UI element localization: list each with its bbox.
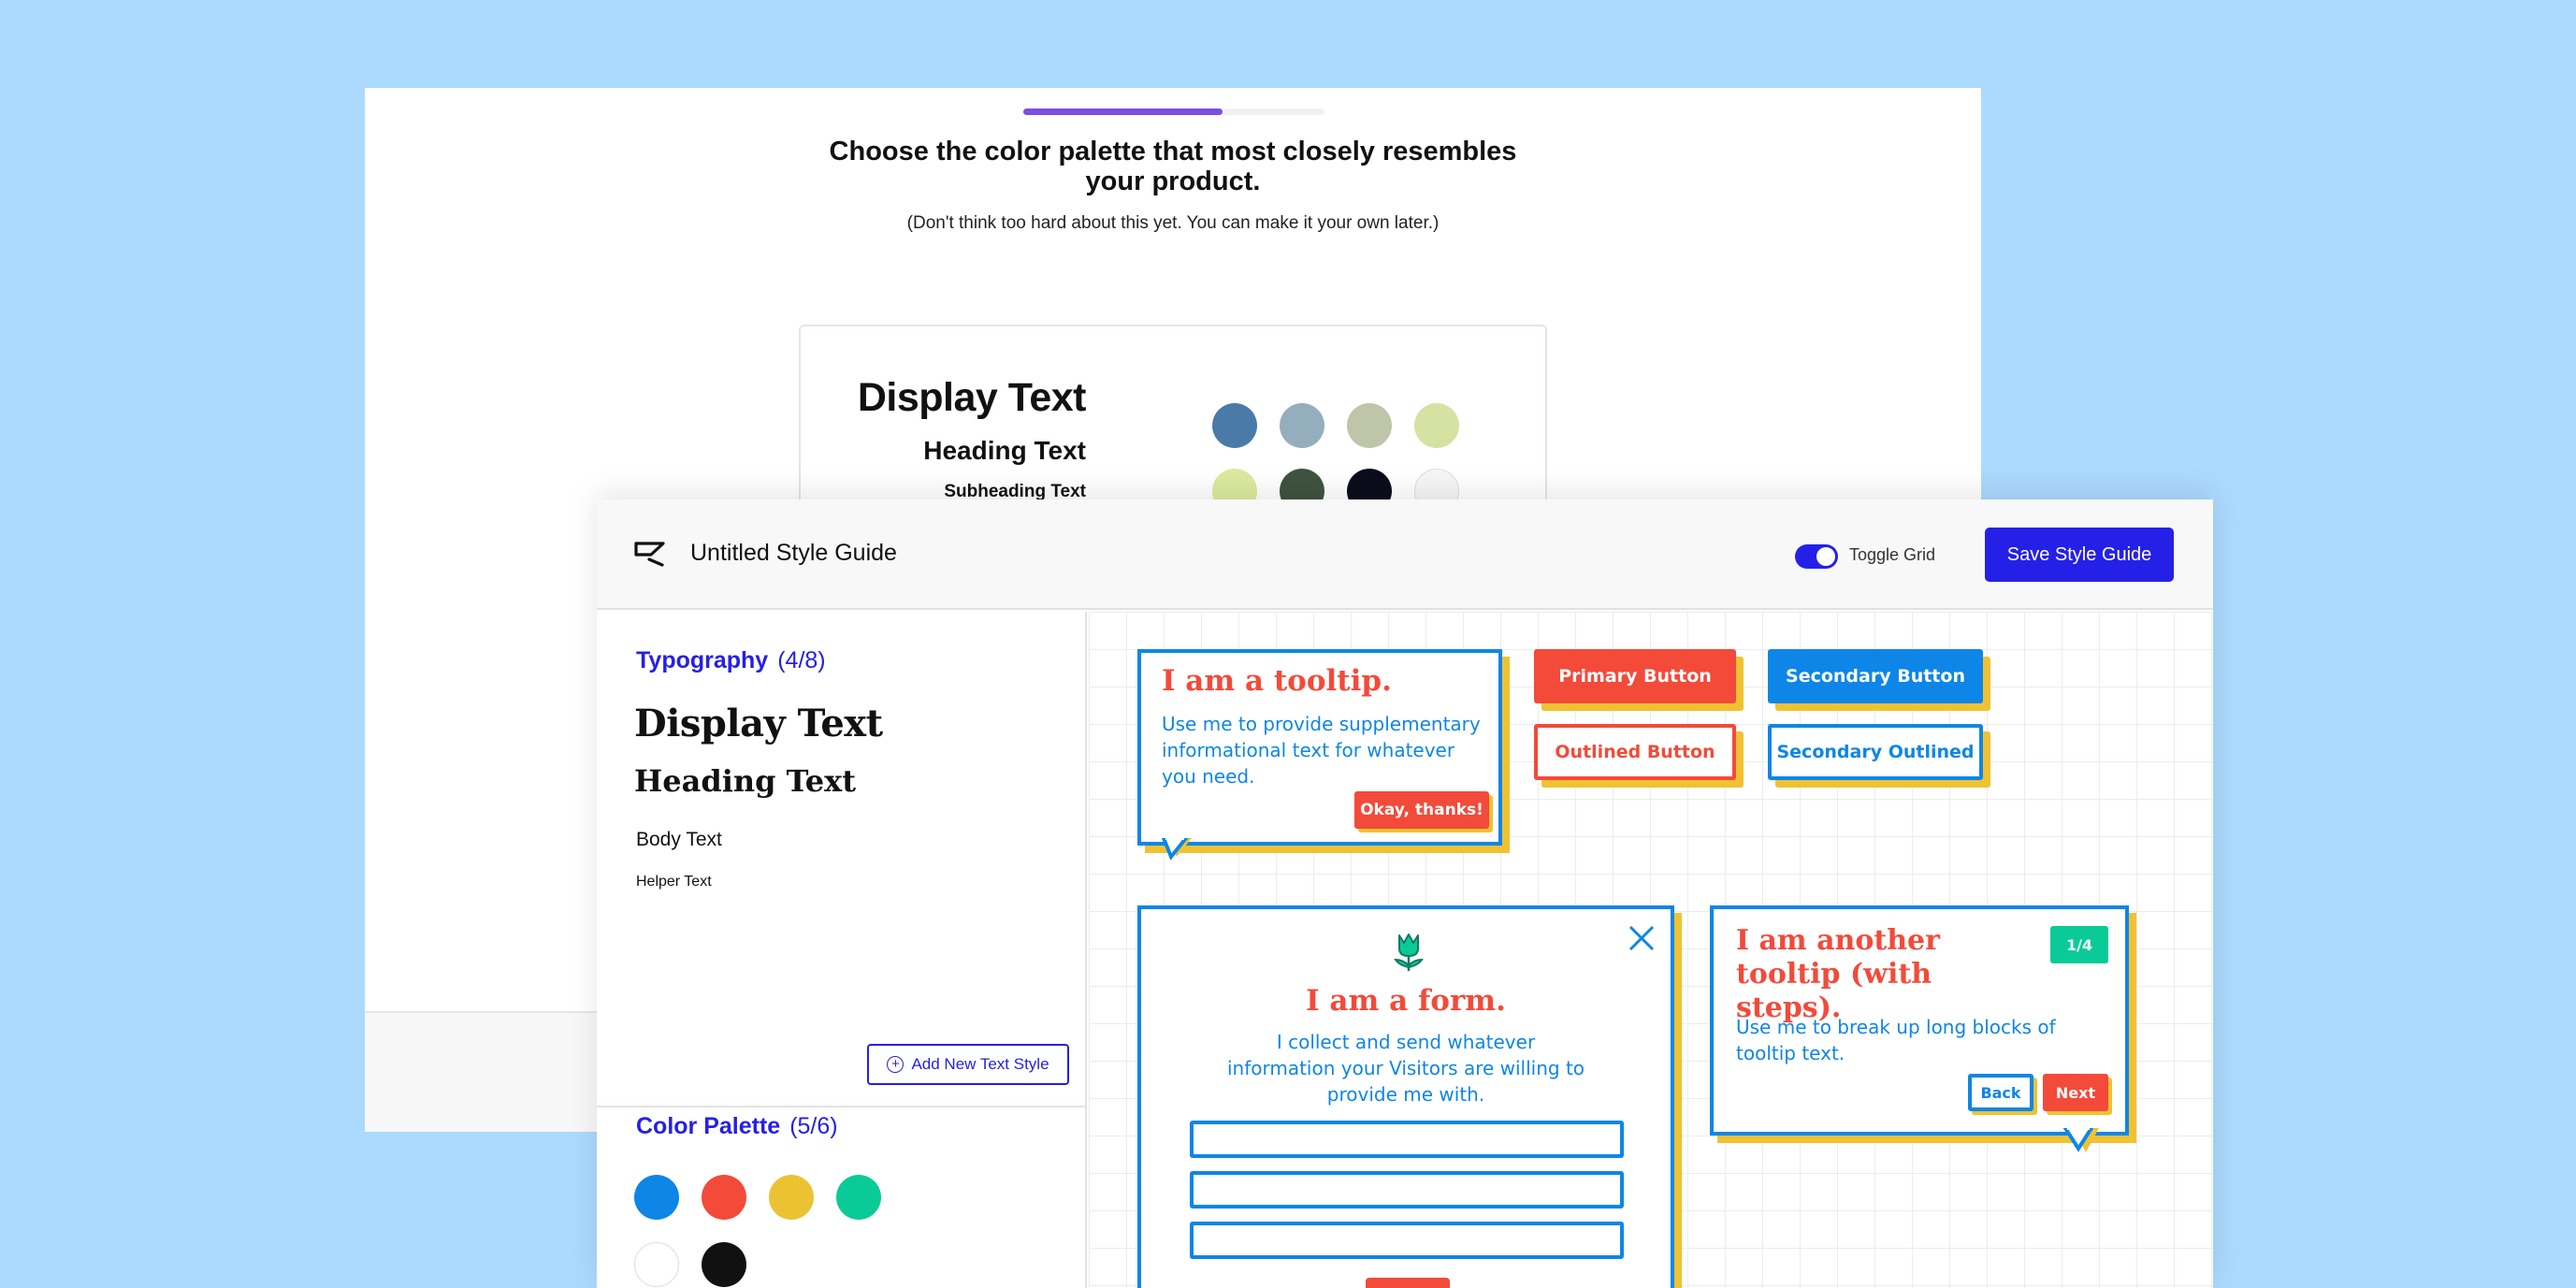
form-input[interactable] bbox=[1190, 1171, 1624, 1208]
style-guide-window: Untitled Style Guide Toggle Grid Save St… bbox=[597, 499, 2213, 1288]
close-icon[interactable] bbox=[1628, 924, 1656, 952]
color-palette-label: Color Palette bbox=[636, 1113, 781, 1139]
sidebar-divider bbox=[597, 1106, 1087, 1107]
typography-label: Typography bbox=[636, 647, 769, 673]
canvas-grid[interactable]: I am a tooltip. Use me to provide supple… bbox=[1089, 612, 2213, 1288]
palette-swatch[interactable] bbox=[702, 1175, 746, 1220]
preview-swatch bbox=[1280, 403, 1324, 448]
step-badge: 1/4 bbox=[2050, 926, 2108, 963]
back-button[interactable]: Back bbox=[1968, 1074, 2033, 1111]
tooltip-card: I am a tooltip. Use me to provide supple… bbox=[1137, 649, 1502, 846]
tooltip-title: I am a tooltip. bbox=[1162, 664, 1392, 698]
secondary-outlined-button[interactable]: Secondary Outlined bbox=[1768, 724, 1983, 780]
logo-icon bbox=[634, 542, 665, 567]
preview-swatch bbox=[1414, 403, 1459, 448]
steps-tooltip-body: Use me to break up long blocks of toolti… bbox=[1736, 1016, 2056, 1064]
palette-swatch[interactable] bbox=[702, 1242, 746, 1287]
palette-swatch[interactable] bbox=[634, 1175, 679, 1220]
preview-heading-text: Heading Text bbox=[923, 436, 1086, 465]
text-style-body[interactable]: Body Text bbox=[636, 829, 722, 851]
tulip-icon bbox=[1394, 933, 1424, 971]
outlined-button[interactable]: Outlined Button bbox=[1534, 724, 1736, 780]
palette-swatch[interactable] bbox=[769, 1175, 814, 1220]
text-style-display[interactable]: Display Text bbox=[634, 702, 883, 745]
preview-swatch bbox=[1347, 403, 1392, 448]
toggle-knob bbox=[1816, 547, 1835, 566]
tooltip-body: Use me to provide supplementary informat… bbox=[1162, 713, 1481, 788]
palette-swatch[interactable] bbox=[836, 1175, 881, 1220]
steps-tooltip-tail bbox=[2062, 1128, 2099, 1152]
top-bar: Untitled Style Guide Toggle Grid Save St… bbox=[597, 499, 2213, 610]
okay-thanks-button[interactable]: Okay, thanks! bbox=[1354, 791, 1489, 829]
toggle-grid-switch[interactable] bbox=[1795, 544, 1838, 569]
preview-display-text: Display Text bbox=[857, 375, 1087, 420]
text-style-helper[interactable]: Helper Text bbox=[636, 874, 712, 890]
save-style-guide-button[interactable]: Save Style Guide bbox=[1985, 528, 2174, 582]
form-input[interactable] bbox=[1190, 1121, 1624, 1158]
onboarding-subtext: (Don't think too hard about this yet. Yo… bbox=[906, 213, 1440, 233]
color-palette-count: (5/6) bbox=[789, 1113, 838, 1139]
secondary-button[interactable]: Secondary Button bbox=[1768, 649, 1983, 703]
primary-button[interactable]: Primary Button bbox=[1534, 649, 1736, 703]
text-style-heading[interactable]: Heading Text bbox=[634, 763, 856, 799]
next-button[interactable]: Next bbox=[2043, 1074, 2108, 1111]
steps-tooltip-card: I am another tooltip (with steps). 1/4 U… bbox=[1710, 905, 2129, 1136]
onboarding-heading: Choose the color palette that most close… bbox=[829, 137, 1517, 196]
preview-swatch bbox=[1212, 403, 1257, 448]
progress-fill bbox=[1023, 109, 1223, 115]
form-submit-button[interactable] bbox=[1366, 1278, 1450, 1288]
progress-bar bbox=[1023, 109, 1324, 115]
add-text-style-label: Add New Text Style bbox=[911, 1055, 1049, 1073]
plus-circle-icon: + bbox=[887, 1056, 904, 1073]
color-palette-section-title[interactable]: Color Palette (5/6) bbox=[636, 1113, 838, 1140]
document-title[interactable]: Untitled Style Guide bbox=[690, 540, 897, 567]
sidebar: Typography (4/8) Display Text Heading Tex… bbox=[597, 612, 1087, 1288]
steps-tooltip-title: I am another tooltip (with steps). bbox=[1736, 924, 1940, 1024]
form-title: I am a form. bbox=[1306, 984, 1506, 1018]
form-card: I am a form. I collect and send whatever… bbox=[1137, 905, 1674, 1288]
add-text-style-button[interactable]: + Add New Text Style bbox=[867, 1044, 1069, 1085]
palette-swatch[interactable] bbox=[634, 1242, 679, 1287]
form-body: I collect and send whatever information … bbox=[1226, 1031, 1585, 1106]
typography-section-title[interactable]: Typography (4/8) bbox=[636, 647, 826, 674]
form-input[interactable] bbox=[1190, 1222, 1624, 1259]
toggle-grid-label: Toggle Grid bbox=[1849, 545, 1936, 564]
typography-count: (4/8) bbox=[777, 647, 826, 673]
tooltip-tail bbox=[1162, 838, 1192, 861]
